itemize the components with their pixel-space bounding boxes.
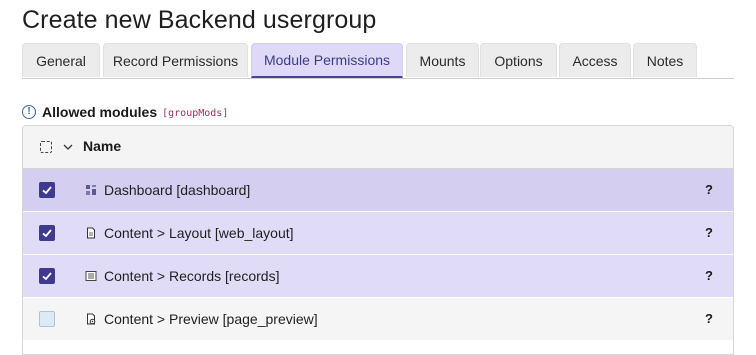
row-checkbox[interactable]: [39, 225, 55, 241]
tab-record-permissions[interactable]: Record Permissions: [103, 43, 248, 77]
table-row[interactable]: Content > Preview [page_preview] ?: [23, 298, 733, 341]
dashboard-icon: [86, 185, 96, 195]
help-button[interactable]: ?: [705, 268, 713, 283]
column-header-name[interactable]: Name: [83, 138, 121, 154]
tab-notes[interactable]: Notes: [633, 43, 697, 77]
tab-access[interactable]: Access: [559, 43, 631, 77]
check-icon: [42, 229, 52, 238]
module-label: Content > Layout [web_layout]: [104, 225, 294, 241]
field-name-code: [groupMods]: [162, 107, 229, 119]
help-button[interactable]: ?: [705, 311, 713, 326]
preview-icon: [87, 313, 96, 325]
tab-options[interactable]: Options: [480, 43, 557, 77]
table-header: Name: [23, 126, 733, 169]
select-all-checkbox[interactable]: [40, 141, 52, 153]
module-label: Content > Preview [page_preview]: [104, 311, 318, 327]
chevron-down-icon[interactable]: [62, 141, 74, 153]
row-checkbox[interactable]: [39, 311, 55, 327]
info-icon: !: [22, 105, 36, 119]
list-icon: [85, 271, 97, 281]
table-row[interactable]: Dashboard [dashboard] ?: [23, 169, 733, 212]
help-button[interactable]: ?: [705, 225, 713, 240]
page-icon: [87, 227, 95, 239]
help-button[interactable]: ?: [705, 182, 713, 197]
modules-table: Name Dashboard [dashboard] ? Content > L…: [22, 125, 734, 355]
page-title: Create new Backend usergroup: [22, 6, 377, 34]
allowed-modules-label: ! Allowed modules [groupMods]: [22, 103, 228, 121]
tab-general[interactable]: General: [22, 43, 100, 77]
row-checkbox[interactable]: [39, 268, 55, 284]
check-icon: [42, 272, 52, 281]
row-checkbox[interactable]: [39, 182, 55, 198]
section-label-text: Allowed modules: [42, 104, 158, 120]
tab-bar: General Record Permissions Module Permis…: [22, 43, 734, 79]
table-row[interactable]: Content > Records [records] ?: [23, 255, 733, 298]
tab-mounts[interactable]: Mounts: [406, 43, 479, 77]
table-row[interactable]: Content > Layout [web_layout] ?: [23, 212, 733, 255]
module-label: Content > Records [records]: [104, 268, 280, 284]
check-icon: [42, 186, 52, 195]
tab-module-permissions[interactable]: Module Permissions: [251, 43, 403, 78]
module-label: Dashboard [dashboard]: [104, 182, 251, 198]
